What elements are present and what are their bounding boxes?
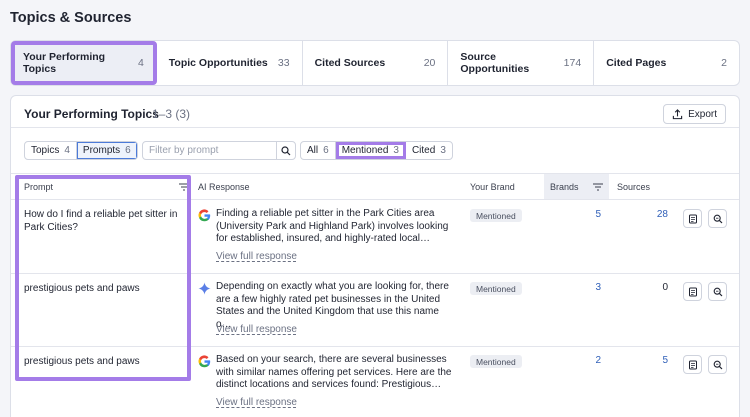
filter-label: Cited [411, 145, 436, 156]
tab-count: 174 [563, 57, 582, 69]
table-header: Prompt AI Response Your Brand Brands Sou… [11, 173, 739, 200]
performing-topics-panel: Your Performing Topics 1–3 (3) Export To… [10, 95, 740, 417]
filter-search-button[interactable] [276, 141, 296, 160]
google-icon [198, 355, 211, 368]
panel-title: Your Performing Topics [24, 107, 159, 121]
export-button[interactable]: Export [663, 104, 726, 124]
column-your-brand: Your Brand [470, 174, 515, 199]
brands-count[interactable]: 5 [571, 209, 601, 220]
filter-count: 3 [440, 145, 446, 156]
search-icon [281, 145, 291, 155]
inspect-button[interactable] [708, 355, 727, 374]
sort-icon[interactable] [179, 183, 189, 191]
toggle-topics[interactable]: Topics 4 [25, 142, 77, 159]
table-row: prestigious pets and paws Based on your … [11, 347, 739, 417]
prompt-text: How do I find a reliable pet sitter in P… [24, 209, 178, 233]
tab-count: 4 [137, 57, 144, 69]
tab-label: Cited Sources [314, 57, 386, 69]
column-label: AI Response [198, 181, 250, 192]
result-range: 1–3 (3) [152, 107, 191, 121]
divider [11, 127, 739, 128]
status-badge: Mentioned [470, 355, 522, 368]
filter-count: 3 [393, 145, 399, 156]
response-text: Based on your search, there are several … [216, 354, 452, 390]
view-full-response-link[interactable]: View full response [216, 251, 297, 262]
document-icon [688, 360, 697, 369]
status-badge: Mentioned [470, 282, 522, 295]
tab-count: 20 [423, 57, 436, 69]
toggle-count: 4 [64, 145, 70, 156]
column-ai-response: AI Response [198, 174, 250, 199]
table-row: prestigious pets and paws Depending on e… [11, 274, 739, 347]
gemini-icon [198, 282, 211, 295]
tab-label: Topic Opportunities [168, 57, 268, 69]
column-label: Brands [550, 181, 579, 192]
inspect-button[interactable] [708, 282, 727, 301]
page-title: Topics & Sources [10, 10, 132, 26]
column-label: Your Brand [470, 181, 515, 192]
filter-by-prompt-input[interactable] [142, 141, 277, 160]
view-details-button[interactable] [683, 209, 702, 228]
zoom-icon [713, 214, 722, 223]
zoom-icon [713, 360, 722, 369]
tab-label: Source Opportunities [460, 51, 530, 75]
toggle-label: Prompts [82, 145, 121, 156]
export-icon [672, 108, 683, 119]
column-brands[interactable]: Brands [544, 174, 609, 199]
filter-mentioned[interactable]: Mentioned 3 [335, 142, 406, 159]
toggle-prompts[interactable]: Prompts 6 [76, 142, 137, 159]
document-icon [688, 214, 697, 223]
tab-count: 2 [721, 57, 727, 69]
brands-count[interactable]: 2 [571, 355, 601, 366]
document-icon [688, 287, 697, 296]
mention-filter: All 6 Mentioned 3 Cited 3 [300, 141, 453, 160]
table-row: How do I find a reliable pet sitter in P… [11, 201, 739, 274]
sources-count: 0 [662, 282, 668, 293]
view-details-button[interactable] [683, 282, 702, 301]
filter-cited[interactable]: Cited 3 [406, 142, 452, 159]
filter-all[interactable]: All 6 [301, 142, 336, 159]
sources-count[interactable]: 28 [638, 209, 668, 220]
view-full-response-link[interactable]: View full response [216, 324, 297, 335]
tab-label: Your Performing Topics [23, 51, 106, 75]
filter-label: All [307, 145, 319, 156]
response-text: Finding a reliable pet sitter in the Par… [216, 208, 449, 244]
column-label: Sources [617, 181, 651, 192]
sources-count[interactable]: 5 [638, 355, 668, 366]
tab-your-performing-topics[interactable]: Your Performing Topics 4 [11, 41, 157, 85]
filter-count: 6 [323, 145, 329, 156]
view-full-response-link[interactable]: View full response [216, 397, 297, 408]
view-toggle: Topics 4 Prompts 6 [24, 141, 138, 160]
brands-count[interactable]: 3 [571, 282, 601, 293]
toggle-count: 6 [125, 145, 131, 156]
tab-topic-opportunities[interactable]: Topic Opportunities 33 [157, 41, 303, 85]
toggle-label: Topics [31, 145, 60, 156]
column-label: Prompt [24, 181, 54, 192]
tab-cited-sources[interactable]: Cited Sources 20 [303, 41, 449, 85]
tab-cited-pages[interactable]: Cited Pages 2 [594, 41, 739, 85]
status-badge: Mentioned [470, 209, 522, 222]
inspect-button[interactable] [708, 209, 727, 228]
export-label: Export [688, 108, 717, 120]
prompt-text: prestigious pets and paws [24, 356, 140, 367]
tab-label: Cited Pages [606, 57, 667, 69]
view-details-button[interactable] [683, 355, 702, 374]
google-icon [198, 209, 211, 222]
tab-count: 33 [277, 57, 290, 69]
zoom-icon [713, 287, 722, 296]
topics-sources-tabs: Your Performing Topics 4 Topic Opportuni… [10, 40, 740, 86]
column-sources: Sources [617, 174, 650, 199]
sort-icon[interactable] [593, 183, 603, 191]
filter-label: Mentioned [341, 145, 389, 156]
column-prompt[interactable]: Prompt [24, 174, 189, 199]
prompt-text: prestigious pets and paws [24, 283, 140, 294]
tab-source-opportunities[interactable]: Source Opportunities 174 [448, 41, 595, 85]
